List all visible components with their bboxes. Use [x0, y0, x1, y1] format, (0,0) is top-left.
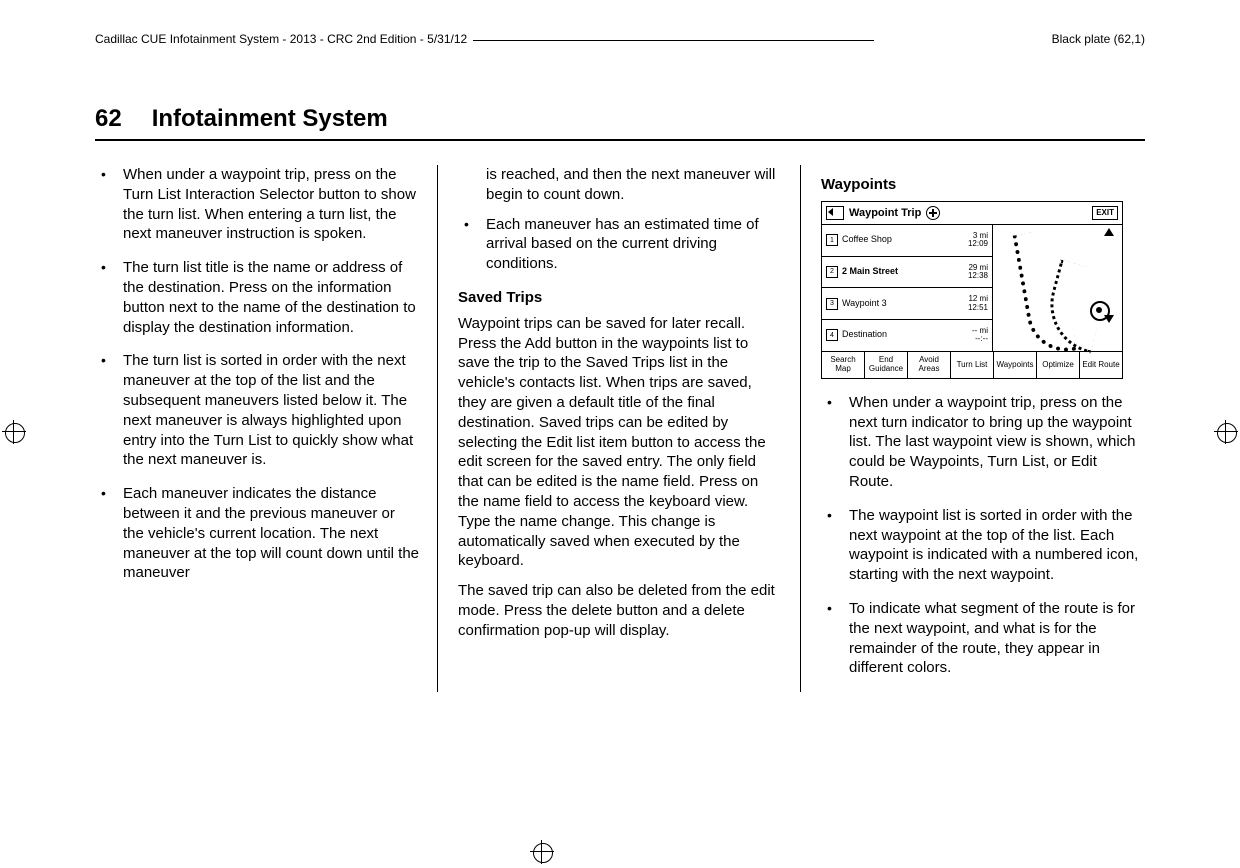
list-item[interactable]: 3 Waypoint 3 12 mi12:51: [822, 288, 992, 320]
list-item[interactable]: 1 Coffee Shop 3 mi12:09: [822, 225, 992, 257]
scroll-down-icon[interactable]: [1104, 315, 1114, 323]
add-icon[interactable]: [926, 206, 940, 220]
turn-list-button[interactable]: Turn List: [951, 352, 994, 378]
waypoint-time: 12:09: [968, 239, 988, 248]
register-mark-bottom-icon: [530, 840, 554, 864]
waypoint-name: Destination: [842, 329, 887, 341]
waypoint-number-icon: 4: [826, 329, 838, 341]
register-mark-right-icon: [1214, 420, 1238, 444]
column-1: When under a waypoint trip, press on the…: [95, 165, 438, 692]
ui-button-bar: Search Map End Guidance Avoid Areas Turn…: [822, 351, 1122, 378]
waypoints-heading: Waypoints: [821, 175, 1145, 195]
search-map-button[interactable]: Search Map: [822, 352, 865, 378]
list-item[interactable]: 4 Destination -- mi--:--: [822, 320, 992, 351]
waypoint-time: --:--: [975, 334, 988, 343]
avoid-areas-button[interactable]: Avoid Areas: [908, 352, 951, 378]
waypoint-number-icon: 1: [826, 234, 838, 246]
column-3: Waypoints Waypoint Trip EXIT 1 Coffee Sh…: [821, 165, 1145, 692]
map-preview: [993, 225, 1122, 351]
bullet-item: Each maneuver indicates the distance bet…: [95, 484, 419, 583]
waypoint-list: 1 Coffee Shop 3 mi12:09 2 2 Main Street …: [822, 225, 993, 351]
register-mark-left-icon: [2, 420, 26, 444]
continuation-text: is reached, and then the next maneuver w…: [458, 165, 782, 205]
bullet-item: Each maneuver has an estimated time of a…: [458, 215, 782, 274]
bullet-item: The waypoint list is sorted in order wit…: [821, 506, 1145, 585]
bullet-item: When under a waypoint trip, press on the…: [95, 165, 419, 244]
saved-trips-para: The saved trip can also be deleted from …: [458, 581, 782, 640]
bullet-item: To indicate what segment of the route is…: [821, 599, 1145, 678]
waypoint-name: Waypoint 3: [842, 298, 887, 310]
list-item[interactable]: 2 2 Main Street 29 mi12:38: [822, 257, 992, 289]
back-icon[interactable]: [826, 206, 844, 220]
bullet-item: The turn list title is the name or addre…: [95, 258, 419, 337]
exit-button[interactable]: EXIT: [1092, 206, 1118, 221]
bullet-item: The turn list is sorted in order with th…: [95, 351, 419, 470]
column-2: is reached, and then the next maneuver w…: [458, 165, 801, 692]
page-header: 62 Infotainment System: [95, 105, 1145, 141]
waypoint-number-icon: 3: [826, 298, 838, 310]
scroll-up-icon[interactable]: [1104, 228, 1114, 236]
ui-titlebar: Waypoint Trip EXIT: [822, 202, 1122, 225]
saved-trips-heading: Saved Trips: [458, 288, 782, 308]
bullet-item: When under a waypoint trip, press on the…: [821, 393, 1145, 492]
ui-title: Waypoint Trip: [849, 206, 921, 221]
doc-header: Cadillac CUE Infotainment System - 2013 …: [95, 32, 467, 46]
waypoints-button[interactable]: Waypoints: [994, 352, 1037, 378]
content-columns: When under a waypoint trip, press on the…: [95, 165, 1145, 692]
end-guidance-button[interactable]: End Guidance: [865, 352, 908, 378]
waypoint-time: 12:38: [968, 271, 988, 280]
waypoint-trip-screenshot: Waypoint Trip EXIT 1 Coffee Shop 3 mi12:…: [821, 201, 1123, 379]
print-header: Cadillac CUE Infotainment System - 2013 …: [95, 28, 1145, 50]
edit-route-button[interactable]: Edit Route: [1080, 352, 1122, 378]
waypoint-number-icon: 2: [826, 266, 838, 278]
waypoint-name: Coffee Shop: [842, 234, 892, 246]
plate-label: Black plate (62,1): [1052, 32, 1145, 46]
optimize-button[interactable]: Optimize: [1037, 352, 1080, 378]
page-number: 62: [95, 105, 122, 133]
page-title: Infotainment System: [152, 105, 388, 133]
saved-trips-para: Waypoint trips can be saved for later re…: [458, 314, 782, 571]
header-rule: [473, 40, 873, 41]
waypoint-time: 12:51: [968, 303, 988, 312]
waypoint-name: 2 Main Street: [842, 266, 898, 278]
